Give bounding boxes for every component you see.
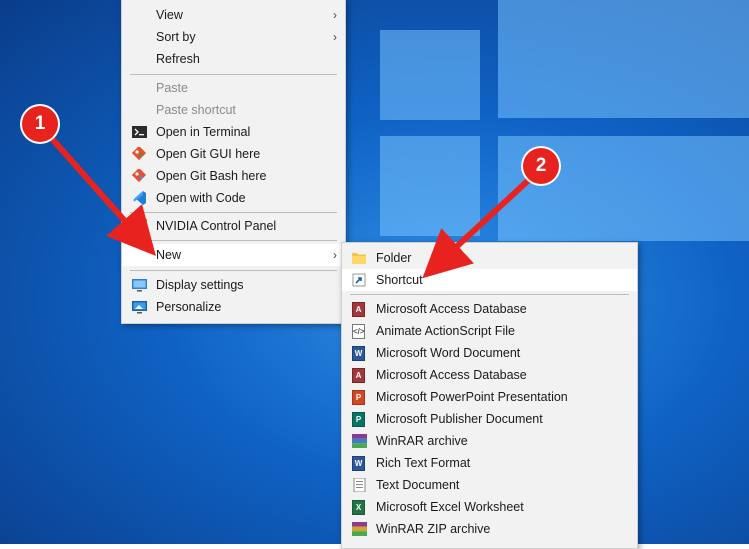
annotation-arrow-1 (43, 130, 156, 256)
annotation-arrows (43, 130, 536, 279)
annotation-arrow-2 (422, 173, 536, 279)
annotation-badge-2: 2 (523, 148, 559, 184)
annotation-badge-1: 1 (22, 106, 58, 142)
